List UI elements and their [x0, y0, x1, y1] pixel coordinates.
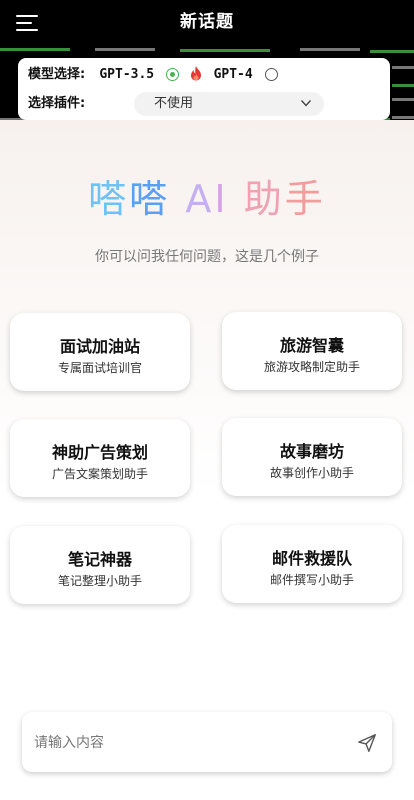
example-card-subtitle: 故事创作小助手	[269, 466, 354, 480]
brand-char: 手	[284, 177, 326, 221]
plugin-label: 选择插件:	[28, 96, 86, 111]
brand-char: 嗒	[129, 177, 171, 221]
example-card-subtitle: 笔记整理小助手	[57, 574, 142, 588]
example-card-title: 神助广告策划	[51, 443, 148, 462]
model-label: 模型选择:	[28, 67, 86, 82]
example-card-interview[interactable]: 面试加油站 专属面试培训官	[10, 313, 190, 391]
hero-subtitle: 你可以问我任何问题，这是几个例子	[95, 249, 319, 265]
model-option-gpt35-label: GPT-3.5	[99, 67, 155, 82]
example-card-title: 旅游智囊	[279, 336, 344, 355]
top-bar: 新话题	[0, 0, 414, 44]
chat-input-bar	[22, 712, 392, 772]
brand-char: 助	[243, 177, 285, 221]
brand-char: 嗒	[88, 177, 130, 221]
fire-icon	[191, 66, 202, 81]
chevron-down-icon	[300, 100, 312, 107]
brand-char: A	[185, 177, 215, 221]
model-option-gpt4-label: GPT-4	[213, 67, 253, 82]
example-card-title: 故事磨坊	[279, 442, 344, 461]
plugin-select-row: 选择插件: 不使用	[28, 92, 324, 116]
brand-char: I	[214, 177, 229, 221]
send-icon[interactable]	[356, 732, 378, 754]
chat-input[interactable]	[32, 726, 336, 760]
plugin-select-value: 不使用	[154, 96, 194, 111]
brand-title: 嗒嗒 AI 助手	[0, 168, 414, 223]
example-card-notes[interactable]: 笔记神器 笔记整理小助手	[10, 526, 190, 604]
example-card-title: 面试加油站	[59, 337, 140, 356]
model-option-gpt4-radio[interactable]	[264, 68, 278, 81]
model-select-row: 模型选择: GPT-3.5 GPT-4	[28, 64, 278, 86]
plugin-select[interactable]: 不使用	[134, 92, 324, 116]
example-card-subtitle: 邮件撰写小助手	[269, 573, 354, 587]
example-card-subtitle: 旅游攻略制定助手	[263, 360, 360, 374]
example-card-subtitle: 广告文案策划助手	[51, 467, 148, 481]
example-card-story[interactable]: 故事磨坊 故事创作小助手	[222, 418, 402, 496]
example-card-advertising[interactable]: 神助广告策划 广告文案策划助手	[10, 419, 190, 497]
example-card-subtitle: 专属面试培训官	[57, 361, 142, 375]
example-card-title: 邮件救援队	[271, 549, 352, 568]
model-option-gpt35-radio[interactable]	[166, 68, 180, 81]
example-card-email[interactable]: 邮件救援队 邮件撰写小助手	[222, 525, 402, 603]
example-card-title: 笔记神器	[67, 550, 132, 569]
settings-panel: 模型选择: GPT-3.5 GPT-4 选择插件: 不使用	[18, 58, 390, 120]
example-card-travel[interactable]: 旅游智囊 旅游攻略制定助手	[222, 312, 402, 390]
page-title: 新话题	[180, 12, 234, 32]
